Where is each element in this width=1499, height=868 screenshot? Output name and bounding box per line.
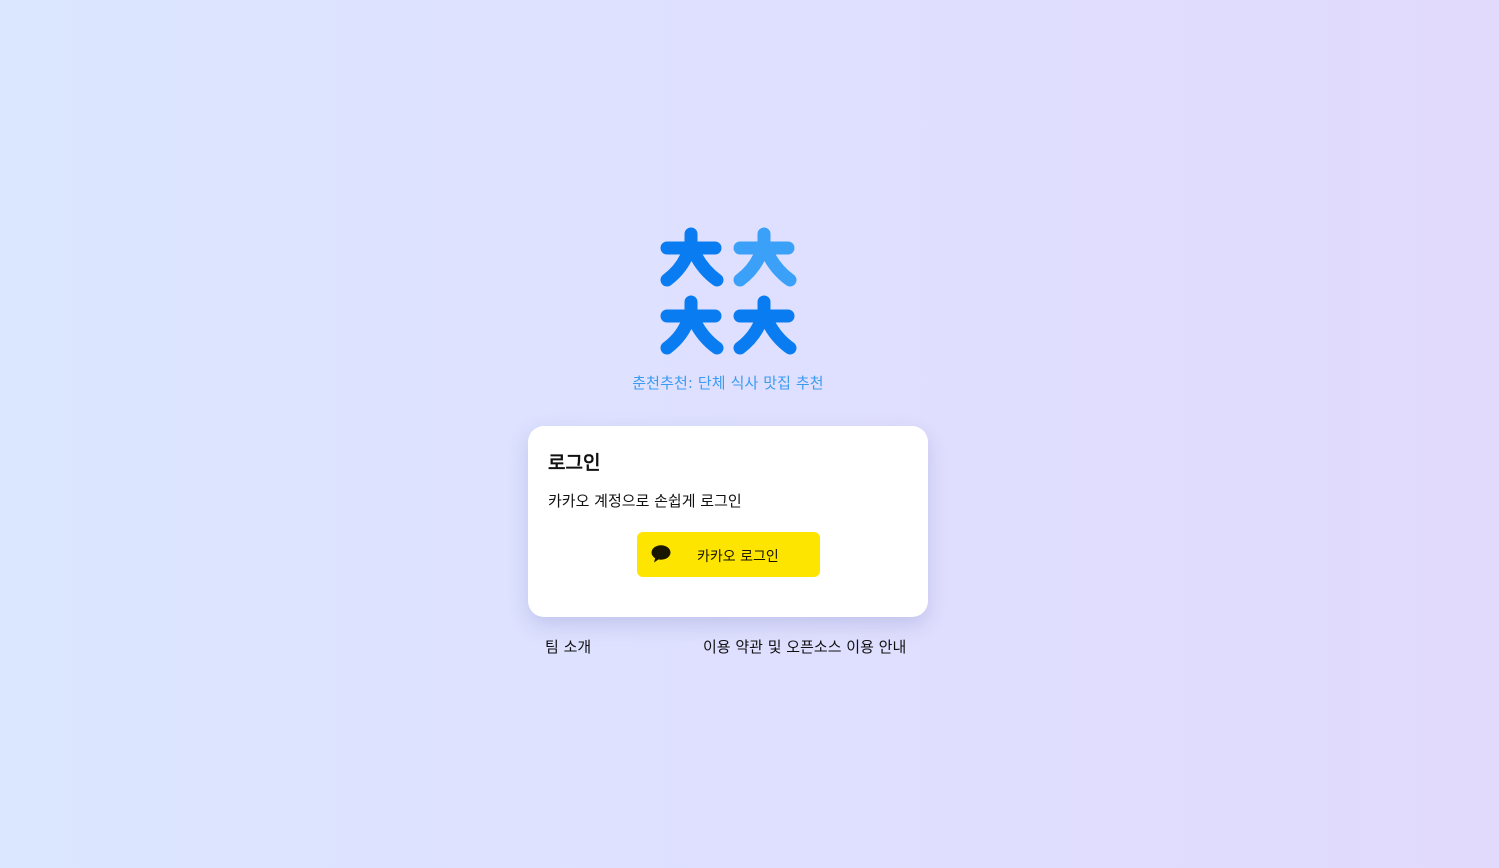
kakao-login-label: 카카오 로그인 [697, 549, 779, 565]
login-description: 카카오 계정으로 손쉽게 로그인 [548, 492, 742, 510]
terms-link[interactable]: 이용 약관 및 오픈소스 이용 안내 [703, 636, 906, 657]
team-intro-link[interactable]: 팀 소개 [545, 636, 591, 657]
app-tagline: 춘천추천: 단체 식사 맛집 추천 [632, 374, 824, 392]
login-card: 로그인 카카오 계정으로 손쉽게 로그인 카카오 로그인 [528, 426, 928, 617]
speech-bubble-icon [651, 545, 671, 563]
chuncheon-logo-icon [660, 227, 797, 355]
kakao-login-button[interactable]: 카카오 로그인 [637, 532, 820, 577]
login-title: 로그인 [548, 452, 601, 474]
